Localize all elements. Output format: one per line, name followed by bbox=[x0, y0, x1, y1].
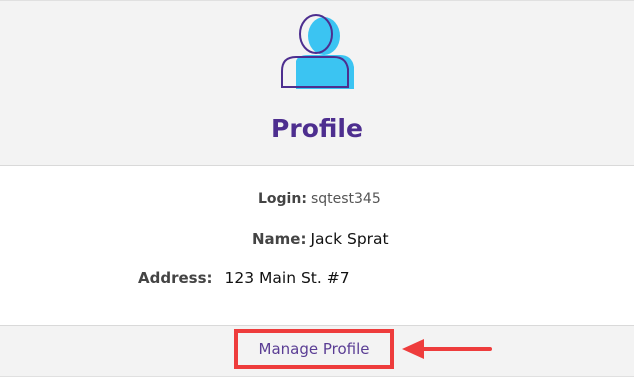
address-row: Address: 123 Main St. #7 bbox=[138, 268, 350, 288]
page-title: Profile bbox=[271, 114, 363, 143]
name-value: Jack Sprat bbox=[310, 230, 389, 248]
login-row: Login: sqtest345 bbox=[258, 189, 381, 209]
login-label: Login: bbox=[258, 191, 307, 207]
profile-page: Profile Login: sqtest345 Name: Jack Sprat … bbox=[0, 0, 634, 391]
user-profile-icon bbox=[281, 14, 354, 89]
highlight-box: Manage Profile bbox=[234, 329, 394, 369]
profile-footer: Manage Profile bbox=[0, 325, 634, 377]
login-value: sqtest345 bbox=[310, 191, 381, 207]
name-label: Name: bbox=[252, 230, 307, 248]
profile-header: Profile bbox=[0, 1, 634, 166]
manage-profile-link[interactable]: Manage Profile bbox=[259, 340, 370, 358]
address-value: 123 Main St. #7 bbox=[224, 269, 350, 287]
left-arrow-icon bbox=[402, 339, 492, 359]
name-row: Name: Jack Sprat bbox=[252, 229, 389, 249]
address-label: Address: bbox=[138, 269, 213, 287]
profile-details: Login: sqtest345 Name: Jack Sprat Address:… bbox=[0, 166, 634, 325]
